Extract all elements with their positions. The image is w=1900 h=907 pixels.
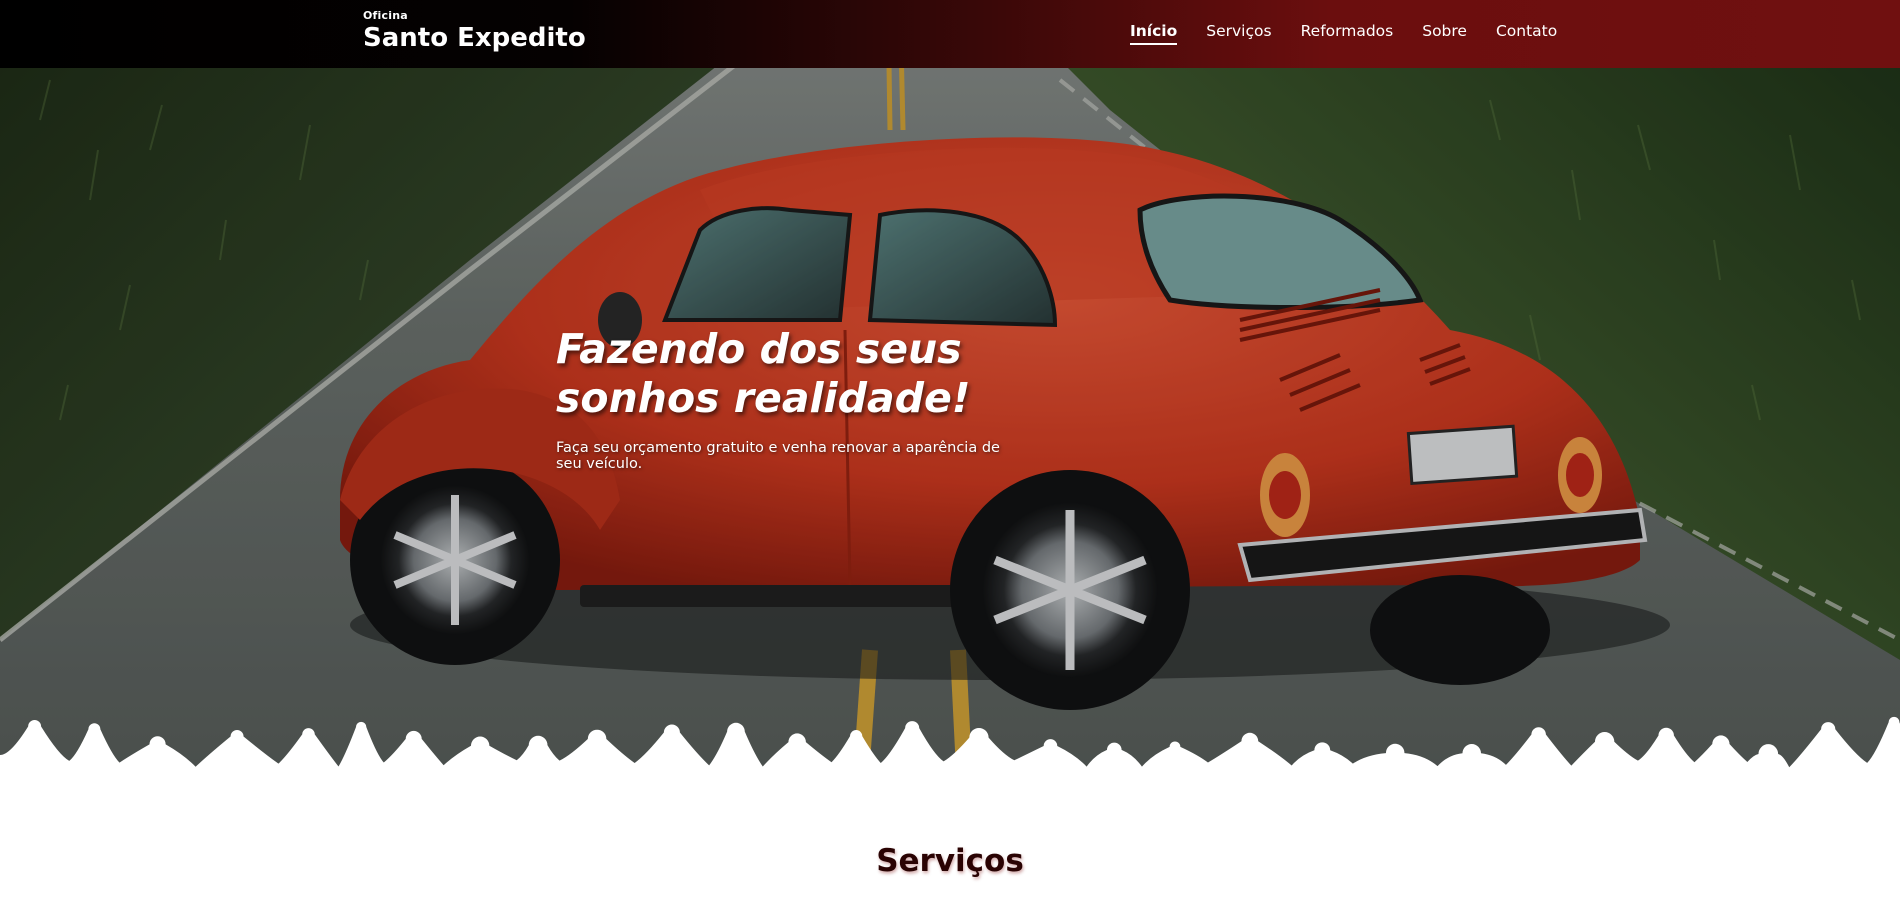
hero-text-block: Fazendo dos seus sonhos realidade! Faça … bbox=[556, 325, 1026, 472]
main-nav: Início Serviços Reformados Sobre Contato bbox=[1130, 22, 1586, 45]
site-logo[interactable]: Oficina Santo Expedito bbox=[363, 9, 586, 54]
hero-headline-line1: Fazendo dos seus bbox=[556, 325, 962, 373]
hero-headline-line2: sonhos realidade! bbox=[556, 374, 971, 422]
site-header: Oficina Santo Expedito Início Serviços R… bbox=[0, 0, 1900, 68]
nav-link-contato[interactable]: Contato bbox=[1496, 22, 1557, 45]
hero-headline: Fazendo dos seus sonhos realidade! bbox=[556, 325, 1016, 423]
nav-link-servicos[interactable]: Serviços bbox=[1206, 22, 1271, 45]
logo-subtitle: Oficina bbox=[363, 9, 408, 22]
drip-divider bbox=[0, 716, 1900, 810]
landing-page: Oficina Santo Expedito Início Serviços R… bbox=[0, 0, 1900, 907]
hero-subtitle: Faça seu orçamento gratuito e venha reno… bbox=[556, 440, 1000, 472]
services-section-title: Serviços bbox=[876, 843, 1024, 879]
logo-title: Santo Expedito bbox=[363, 23, 586, 53]
nav-link-reformados[interactable]: Reformados bbox=[1301, 22, 1394, 45]
nav-link-sobre[interactable]: Sobre bbox=[1422, 22, 1467, 45]
nav-link-inicio[interactable]: Início bbox=[1130, 22, 1178, 45]
